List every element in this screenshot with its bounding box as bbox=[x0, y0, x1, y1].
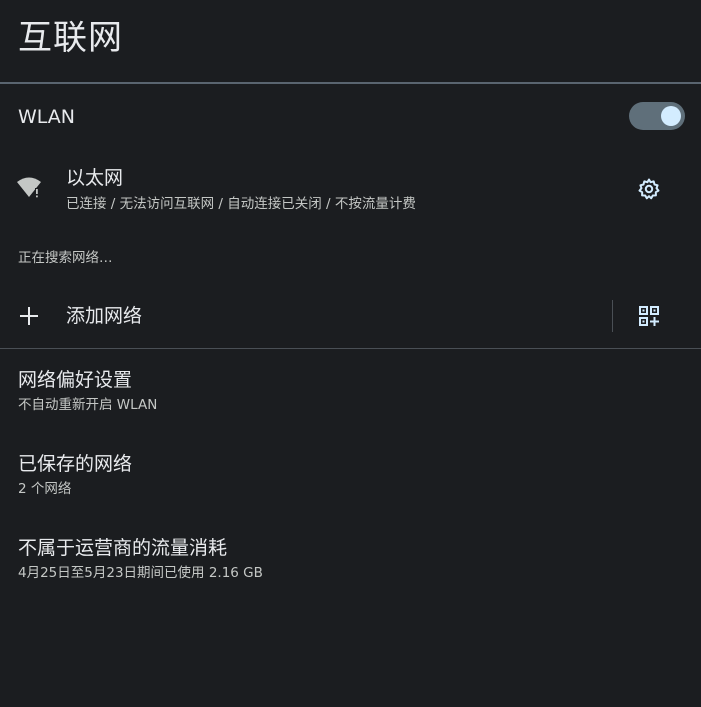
gear-icon[interactable] bbox=[637, 177, 661, 201]
non-carrier-data-usage-title: 不属于运营商的流量消耗 bbox=[18, 537, 228, 559]
saved-networks-item[interactable]: 已保存的网络 2 个网络 bbox=[18, 452, 678, 512]
wlan-toggle-row[interactable]: WLAN bbox=[0, 92, 701, 142]
ethernet-summary: 已连接 / 无法访问互联网 / 自动连接已关闭 / 不按流量计费 bbox=[66, 196, 416, 212]
add-network-label: 添加网络 bbox=[66, 305, 143, 327]
wlan-label: WLAN bbox=[18, 106, 76, 128]
saved-networks-title: 已保存的网络 bbox=[18, 453, 133, 475]
plus-icon bbox=[20, 307, 38, 325]
network-preferences-summary: 不自动重新开启 WLAN bbox=[18, 397, 158, 413]
internet-settings-page: 互联网 WLAN 以太网 已连接 / 无法访问互联网 / 自动连接已关闭 / 不… bbox=[0, 0, 701, 707]
ethernet-title: 以太网 bbox=[66, 167, 124, 189]
vertical-divider bbox=[612, 300, 613, 332]
ethernet-connection-row[interactable]: 以太网 已连接 / 无法访问互联网 / 自动连接已关闭 / 不按流量计费 bbox=[0, 160, 701, 222]
network-preferences-item[interactable]: 网络偏好设置 不自动重新开启 WLAN bbox=[18, 368, 678, 428]
add-network-row[interactable]: 添加网络 bbox=[0, 290, 701, 344]
toggle-thumb bbox=[661, 106, 681, 126]
header-divider bbox=[0, 82, 701, 84]
header: 互联网 bbox=[0, 0, 701, 84]
section-divider bbox=[0, 348, 701, 349]
searching-status: 正在搜索网络… bbox=[18, 250, 113, 266]
qr-code-scan-icon[interactable] bbox=[638, 305, 660, 327]
non-carrier-data-usage-summary: 4月25日至5月23日期间已使用 2.16 GB bbox=[18, 565, 263, 581]
wlan-toggle-switch[interactable] bbox=[629, 102, 685, 130]
wifi-icon bbox=[17, 177, 41, 198]
network-preferences-title: 网络偏好设置 bbox=[18, 369, 133, 391]
page-title: 互联网 bbox=[18, 18, 123, 58]
non-carrier-data-usage-item[interactable]: 不属于运营商的流量消耗 4月25日至5月23日期间已使用 2.16 GB bbox=[18, 536, 678, 596]
saved-networks-summary: 2 个网络 bbox=[18, 481, 72, 497]
